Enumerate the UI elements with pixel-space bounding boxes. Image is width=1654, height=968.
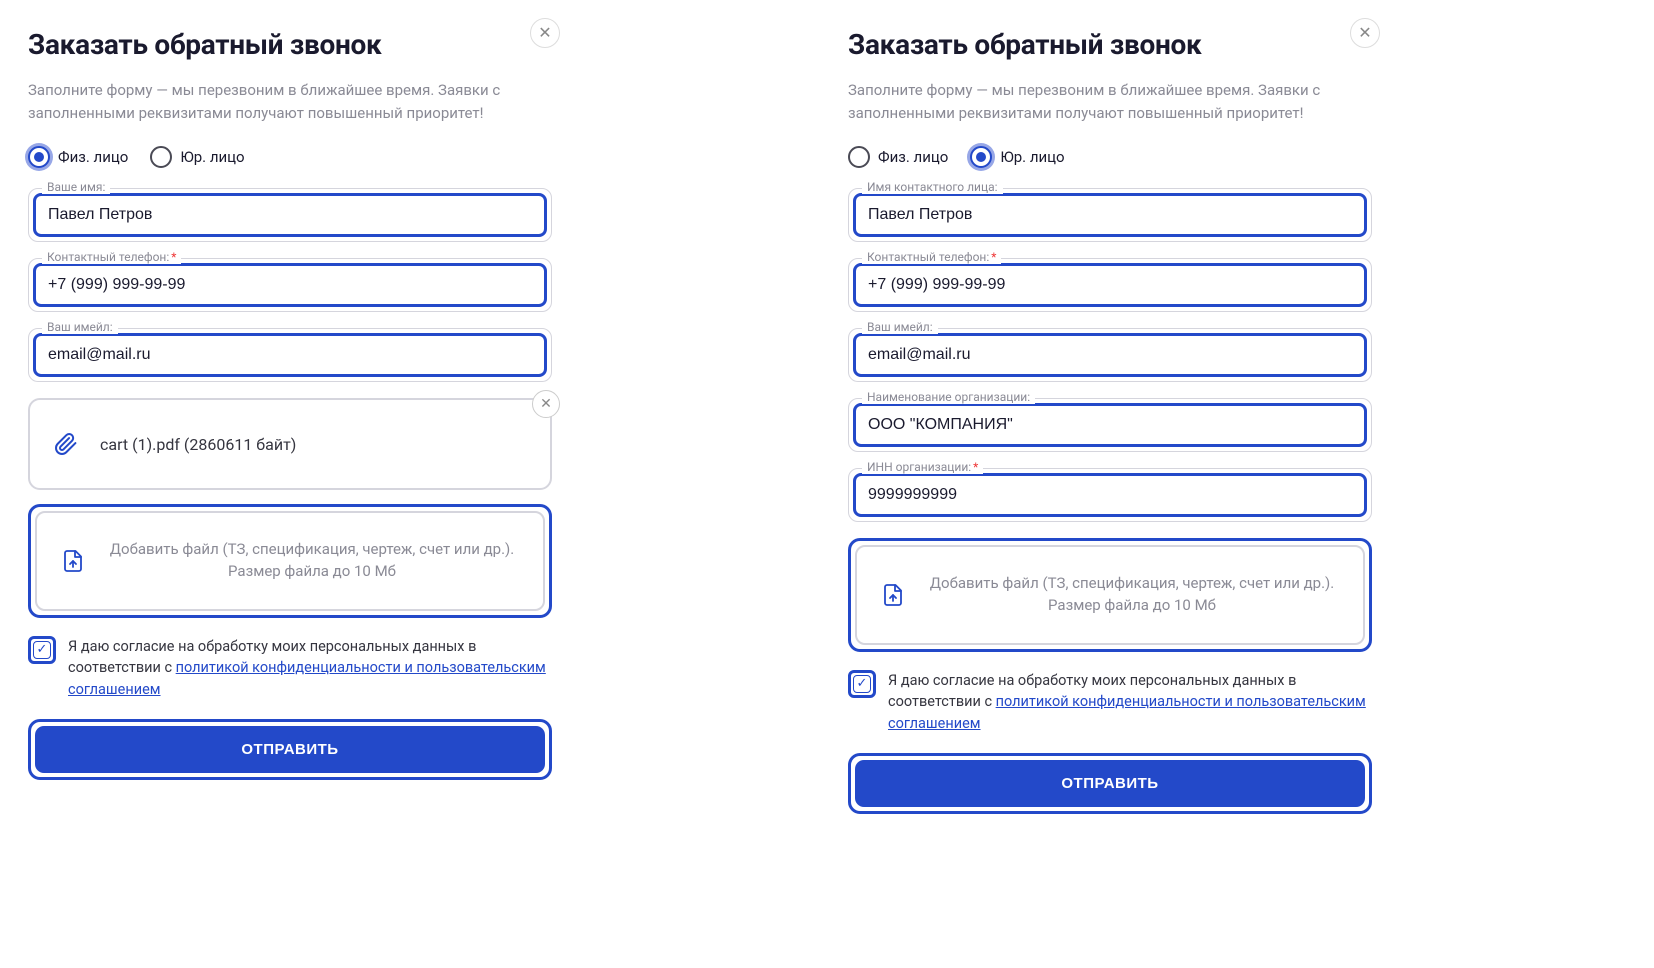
modal-subtitle: Заполните форму — мы перезвоним в ближай…: [848, 79, 1372, 124]
close-button[interactable]: ✕: [530, 18, 560, 48]
field-label: Контактный телефон:*: [862, 250, 1001, 264]
file-upload-icon: [881, 580, 905, 610]
consent-text: Я даю согласие на обработку моих персона…: [68, 636, 552, 701]
checkmark-icon: ✓: [37, 642, 48, 657]
field-label: ИНН организации:*: [862, 460, 983, 474]
radio-icon: [848, 146, 870, 168]
submit-button[interactable]: ОТПРАВИТЬ: [35, 726, 545, 773]
radio-icon: [150, 146, 172, 168]
file-name: cart (1).pdf (2860611 байт): [100, 435, 296, 454]
attached-file: ✕ cart (1).pdf (2860611 байт): [28, 398, 552, 490]
radio-individual[interactable]: Физ. лицо: [28, 146, 128, 168]
contact-name-input[interactable]: [853, 193, 1367, 237]
email-input[interactable]: [853, 333, 1367, 377]
radio-label: Физ. лицо: [878, 148, 948, 166]
consent-text: Я даю согласие на обработку моих персона…: [888, 670, 1372, 735]
org-input[interactable]: [853, 403, 1367, 447]
phone-field-group: Контактный телефон:*: [28, 258, 552, 312]
name-input[interactable]: [33, 193, 547, 237]
close-icon: ✕: [538, 25, 551, 41]
paperclip-icon: [54, 430, 78, 458]
inn-field-group: ИНН организации:*: [848, 468, 1372, 522]
org-field-group: Наименование организации:: [848, 398, 1372, 452]
contact-name-field-group: Имя контактного лица:: [848, 188, 1372, 242]
modal-title: Заказать обратный звонок: [28, 28, 552, 61]
checkmark-icon: ✓: [857, 676, 868, 691]
email-field-group: Ваш имейл:: [848, 328, 1372, 382]
name-field-group: Ваше имя:: [28, 188, 552, 242]
radio-company[interactable]: Юр. лицо: [150, 146, 244, 168]
callback-modal-company: ✕ Заказать обратный звонок Заполните фор…: [840, 20, 1380, 822]
radio-company[interactable]: Юр. лицо: [970, 146, 1064, 168]
callback-modal-individual: ✕ Заказать обратный звонок Заполните фор…: [20, 20, 560, 822]
radio-icon: [28, 146, 50, 168]
close-icon: ✕: [1358, 25, 1371, 41]
phone-input[interactable]: [33, 263, 547, 307]
remove-file-button[interactable]: ✕: [532, 390, 560, 418]
radio-label: Физ. лицо: [58, 148, 128, 166]
email-field-group: Ваш имейл:: [28, 328, 552, 382]
radio-label: Юр. лицо: [1000, 148, 1064, 166]
radio-label: Юр. лицо: [180, 148, 244, 166]
phone-field-group: Контактный телефон:*: [848, 258, 1372, 312]
upload-area[interactable]: Добавить файл (ТЗ, спецификация, чертеж,…: [848, 538, 1372, 652]
radio-individual[interactable]: Физ. лицо: [848, 146, 948, 168]
close-button[interactable]: ✕: [1350, 18, 1380, 48]
customer-type-radio-group: Физ. лицо Юр. лицо: [28, 146, 552, 168]
consent-row: ✓ Я даю согласие на обработку моих персо…: [848, 670, 1372, 735]
field-label: Ваш имейл:: [42, 320, 118, 334]
radio-icon: [970, 146, 992, 168]
submit-button[interactable]: ОТПРАВИТЬ: [855, 760, 1365, 807]
upload-area[interactable]: Добавить файл (ТЗ, спецификация, чертеж,…: [28, 504, 552, 618]
consent-checkbox[interactable]: ✓: [853, 675, 871, 693]
close-icon: ✕: [540, 396, 552, 412]
phone-input[interactable]: [853, 263, 1367, 307]
consent-checkbox[interactable]: ✓: [33, 641, 51, 659]
inn-input[interactable]: [853, 473, 1367, 517]
consent-row: ✓ Я даю согласие на обработку моих персо…: [28, 636, 552, 701]
file-upload-icon: [61, 546, 85, 576]
customer-type-radio-group: Физ. лицо Юр. лицо: [848, 146, 1372, 168]
field-label: Контактный телефон:*: [42, 250, 181, 264]
field-label: Наименование организации:: [862, 390, 1035, 404]
modal-title: Заказать обратный звонок: [848, 28, 1372, 61]
field-label: Ваше имя:: [42, 180, 110, 194]
email-input[interactable]: [33, 333, 547, 377]
field-label: Имя контактного лица:: [862, 180, 1003, 194]
field-label: Ваш имейл:: [862, 320, 938, 334]
modal-subtitle: Заполните форму — мы перезвоним в ближай…: [28, 79, 552, 124]
upload-text: Добавить файл (ТЗ, спецификация, чертеж,…: [105, 539, 519, 583]
upload-text: Добавить файл (ТЗ, спецификация, чертеж,…: [925, 573, 1339, 617]
